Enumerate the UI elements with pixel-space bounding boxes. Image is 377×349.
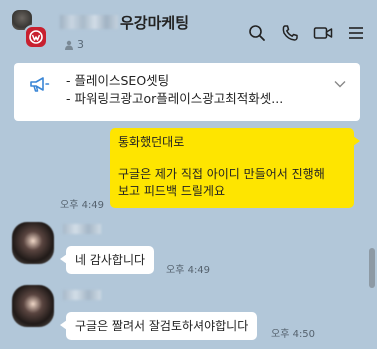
menu-icon[interactable] bbox=[345, 22, 367, 44]
sender-avatar[interactable] bbox=[12, 222, 54, 264]
room-profile-image[interactable] bbox=[12, 10, 48, 49]
blurred-name bbox=[60, 15, 118, 29]
message-time: 오후 4:49 bbox=[60, 200, 105, 211]
message-line: 보고 피드백 드릴게요 bbox=[118, 184, 225, 198]
header-actions bbox=[246, 22, 367, 44]
brand-logo bbox=[24, 25, 48, 49]
scrollbar[interactable] bbox=[369, 248, 375, 288]
message-line: 구글은 제가 직접 아이디 만들어서 진행해 bbox=[118, 167, 325, 181]
search-icon[interactable] bbox=[246, 22, 268, 44]
member-count[interactable]: 3 bbox=[64, 38, 84, 51]
video-icon[interactable] bbox=[312, 22, 334, 44]
phone-icon[interactable] bbox=[279, 22, 301, 44]
sender-name bbox=[63, 290, 101, 300]
chat-title: 우강마케팅 bbox=[60, 12, 189, 32]
received-message-bubble[interactable]: 구글은 짤려서 잘검토하셔야합니다 bbox=[59, 312, 258, 340]
person-icon bbox=[65, 40, 73, 50]
message-time: 오후 4:50 bbox=[271, 329, 316, 340]
sender-avatar[interactable] bbox=[12, 285, 54, 327]
my-message-bubble[interactable]: 통화했던대로 구글은 제가 직접 아이디 만들어서 진행해 보고 피드백 드릴게… bbox=[110, 128, 360, 208]
megaphone-icon bbox=[28, 75, 50, 99]
sender-name bbox=[63, 224, 101, 234]
notice-line: - 파워링크광고or플레이스광고최적화셋... bbox=[66, 91, 284, 106]
notice-banner[interactable]: - 플레이스SEO셋팅 - 파워링크광고or플레이스광고최적화셋... bbox=[14, 63, 360, 121]
chat-header: 우강마케팅 3 bbox=[0, 0, 377, 56]
received-message-bubble[interactable]: 네 감사합니다 bbox=[59, 246, 155, 274]
notice-line: - 플레이스SEO셋팅 bbox=[66, 73, 170, 88]
message-time: 오후 4:49 bbox=[166, 265, 211, 276]
notice-text: - 플레이스SEO셋팅 - 파워링크광고or플레이스광고최적화셋... bbox=[66, 72, 283, 108]
chevron-down-icon[interactable] bbox=[334, 73, 346, 92]
message-line: 통화했던대로 bbox=[118, 135, 185, 149]
